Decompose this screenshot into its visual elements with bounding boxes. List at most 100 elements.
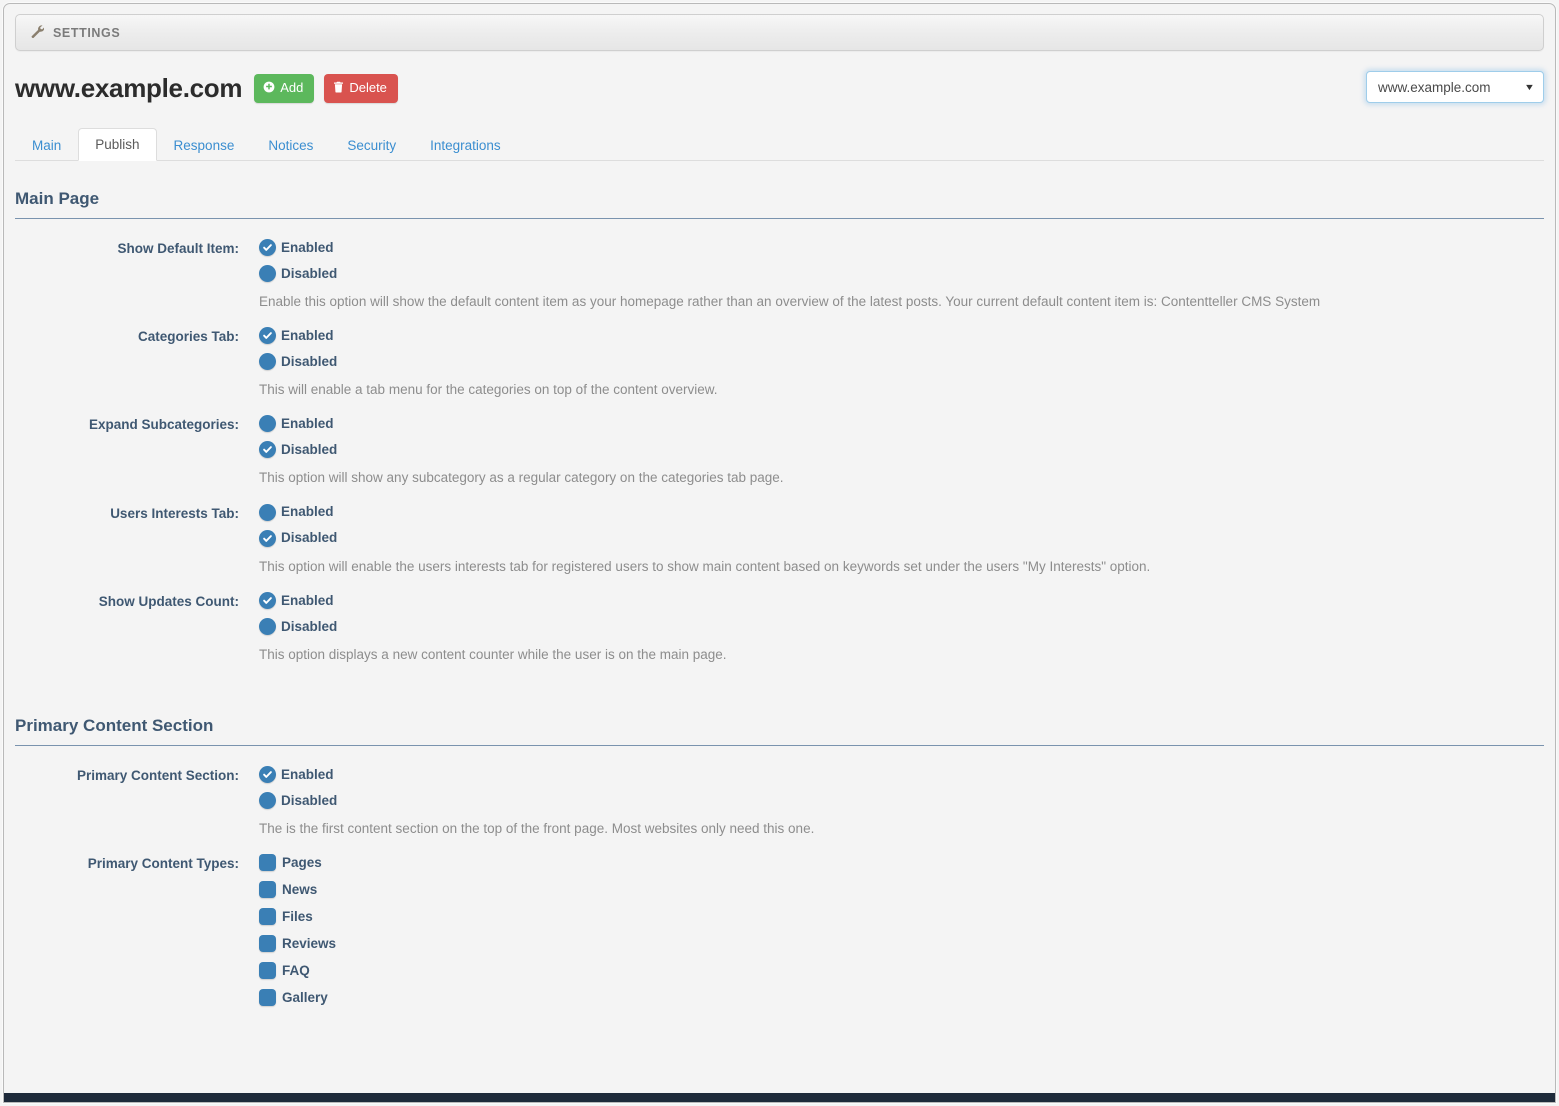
field-label: Users Interests Tab: [110,505,239,521]
checkbox-label: Files [282,909,313,925]
field-row-show-default-item: Show Default Item: Enabled Disabled Enable … [15,223,1544,311]
radio-option-label: Enabled [281,592,334,608]
settings-content: Main Page Show Default Item: Enabled Disabl… [15,161,1544,1016]
field-row-expand-subcategories: Expand Subcategories: Enabled Disabled This… [15,399,1544,487]
section-heading-main-page: Main Page [15,167,1544,219]
tab-label: Publish [95,136,140,152]
tab-publish[interactable]: Publish [78,127,157,161]
field-row-users-interests-tab: Users Interests Tab: Enabled Disabled This … [15,488,1544,576]
add-button-label: Add [280,80,304,95]
field-description: Enable this option will show the default… [259,294,1321,309]
tab-integrations[interactable]: Integrations [413,129,518,162]
radio-option-label: Enabled [281,327,334,343]
tab-bar: Main Publish Response Notices Security Integr… [15,125,1544,161]
checkbox-unchecked-icon [259,962,276,980]
radio-option-label: Disabled [281,353,338,369]
site-selector-value: www.example.com [1378,79,1491,95]
tab-label: Main [32,137,62,153]
field-description: This option will enable the users intere… [259,558,1151,574]
delete-button[interactable]: Delete [324,73,398,103]
checkbox-label: Pages [282,855,322,871]
checkbox-news[interactable]: News [259,881,1544,899]
radio-option-show-default-item-enabled[interactable]: Enabled [259,239,1544,256]
tab-label: Notices [268,137,314,153]
checkbox-gallery[interactable]: Gallery [259,989,1544,1007]
radio-option-show-updates-count-enabled[interactable]: Enabled [259,591,1544,609]
radio-option-label: Enabled [281,504,334,520]
radio-selected-icon [259,327,276,345]
radio-option-primary-content-section-disabled[interactable]: Disabled [259,792,1544,810]
wrench-icon [30,24,45,41]
add-button[interactable]: Add [254,73,315,103]
field-row-primary-content-section: Primary Content Section: Enabled Disabled T… [15,750,1544,838]
radio-unselected-icon [259,617,276,635]
checkbox-files[interactable]: Files [259,908,1544,926]
radio-option-label: Enabled [281,416,334,432]
field-label: Primary Content Section: [76,768,239,784]
radio-option-label: Disabled [281,530,338,546]
checkbox-label: Reviews [282,936,337,952]
checkbox-label: Gallery [282,990,328,1006]
settings-header-bar: SETTINGS [15,14,1544,51]
radio-option-label: Disabled [281,442,338,458]
plus-circle-icon [263,81,275,95]
radio-selected-icon [259,441,276,459]
tab-response[interactable]: Response [157,129,252,162]
radio-selected-icon [259,766,276,784]
radio-option-label: Enabled [281,239,334,255]
site-selector[interactable]: www.example.com ▼ [1366,71,1544,103]
page-title: www.example.com [15,72,243,103]
radio-option-primary-content-section-enabled[interactable]: Enabled [259,766,1544,784]
field-label: Primary Content Types: [87,856,239,872]
field-row-categories-tab: Categories Tab: Enabled Disabled This will … [15,311,1544,399]
radio-unselected-icon [259,265,276,282]
field-label: Show Default Item: [117,241,239,256]
field-body: Enabled Disabled The is the first content … [259,766,1544,838]
radio-option-users-interests-tab-enabled[interactable]: Enabled [259,503,1544,521]
checkbox-faq[interactable]: FAQ [259,962,1544,980]
radio-unselected-icon [259,353,276,371]
radio-option-expand-subcategories-enabled[interactable]: Enabled [259,415,1544,433]
checkbox-reviews[interactable]: Reviews [259,935,1544,953]
radio-option-label: Disabled [281,265,338,281]
chevron-down-icon: ▼ [1523,82,1536,92]
page-title-row: www.example.com Add Delete www.example.c… [15,67,1544,109]
radio-option-categories-tab-disabled[interactable]: Disabled [259,353,1544,371]
tab-label: Response [173,137,235,153]
settings-bar-label: SETTINGS [53,25,121,40]
radio-option-show-updates-count-disabled[interactable]: Disabled [259,617,1544,635]
field-description: This option displays a new content count… [259,646,727,662]
trash-icon [333,81,344,95]
radio-option-show-default-item-disabled[interactable]: Disabled [259,265,1544,282]
radio-option-users-interests-tab-disabled[interactable]: Disabled [259,529,1544,547]
radio-selected-icon [259,591,276,609]
checkbox-label: FAQ [282,963,310,979]
page-body: SETTINGS www.example.com Add Delete www.… [4,4,1555,1102]
field-label: Show Updates Count: [98,593,239,609]
field-label: Categories Tab: [137,329,239,345]
radio-option-label: Disabled [281,792,338,808]
field-body: Enabled Disabled This option will enable t… [259,503,1544,576]
site-selector-wrap: www.example.com ▼ [1366,71,1544,103]
field-row-show-updates-count: Show Updates Count: Enabled Disabled This o… [15,576,1544,664]
footer-bar [4,1093,1555,1102]
field-row-primary-content-types: Primary Content Types: Pages News Files Revi… [15,838,1544,1016]
field-label: Expand Subcategories: [88,417,239,433]
radio-selected-icon [259,529,276,547]
browser-frame: SETTINGS www.example.com Add Delete www.… [3,3,1556,1103]
checkbox-label: News [282,882,318,898]
tab-security[interactable]: Security [330,129,413,162]
checkbox-pages[interactable]: Pages [259,854,1544,872]
radio-unselected-icon [259,792,276,810]
field-body: Enabled Disabled Enable this option will s… [259,239,1544,311]
radio-option-label: Disabled [281,618,338,634]
radio-option-expand-subcategories-disabled[interactable]: Disabled [259,441,1544,459]
radio-option-categories-tab-enabled[interactable]: Enabled [259,327,1544,345]
radio-unselected-icon [259,503,276,521]
tab-notices[interactable]: Notices [251,129,330,162]
checkbox-unchecked-icon [259,989,276,1007]
tab-main[interactable]: Main [15,129,78,162]
radio-option-label: Enabled [281,766,334,782]
delete-button-label: Delete [349,80,387,95]
field-body: Enabled Disabled This option displays a ne… [259,591,1544,664]
